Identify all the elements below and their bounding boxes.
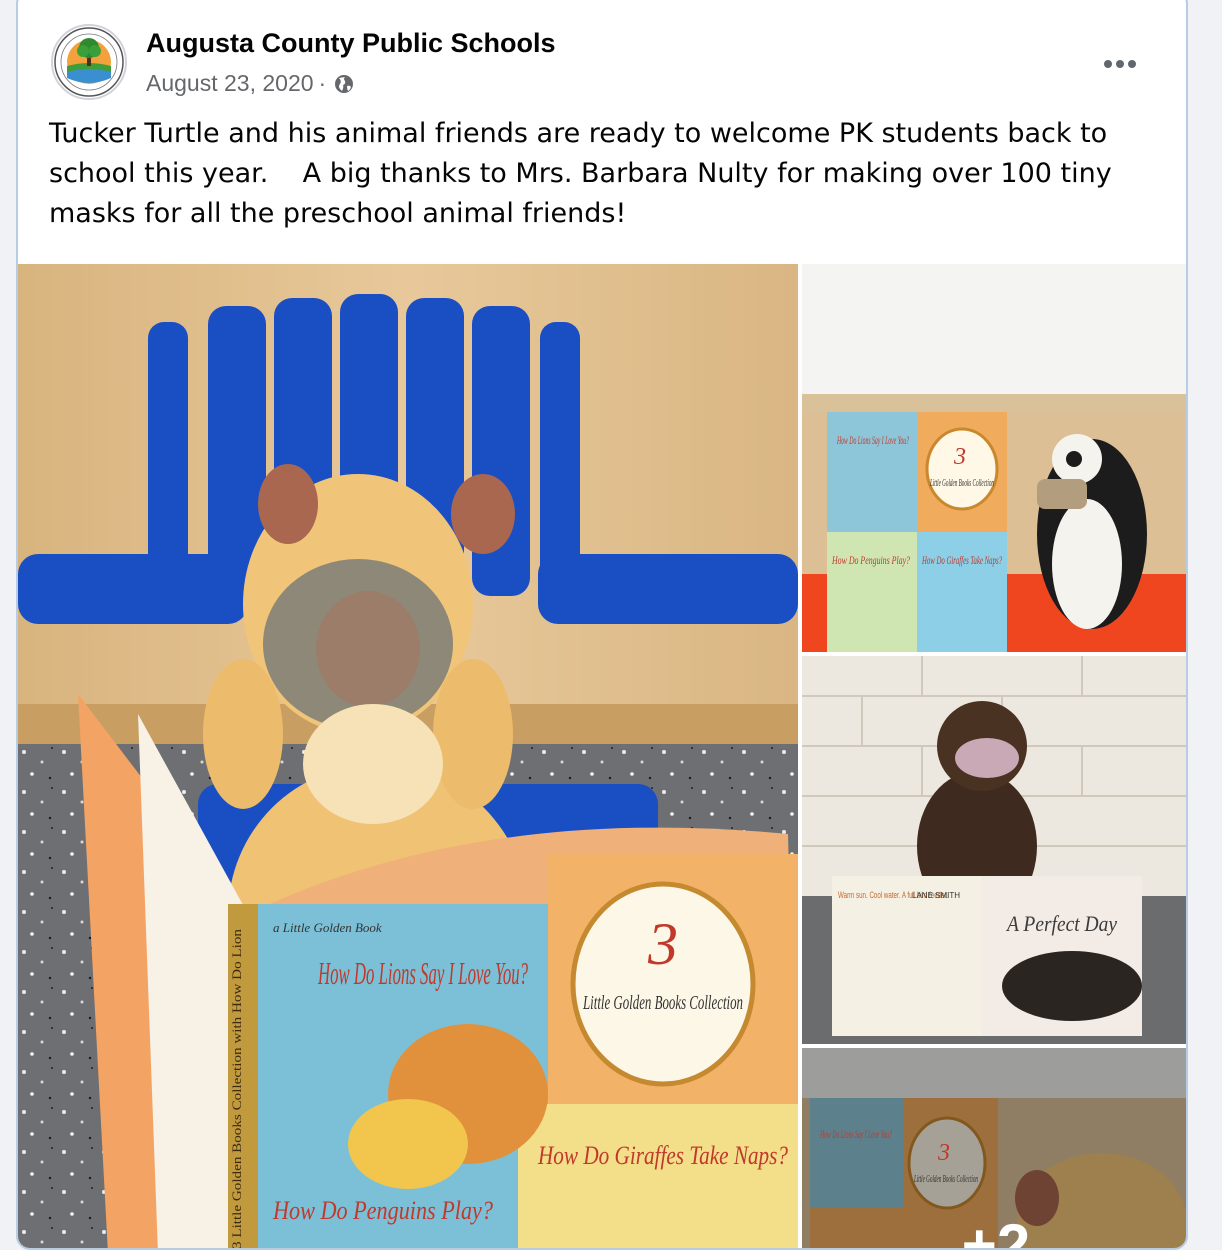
r1-collection-number: 3 <box>953 444 966 470</box>
main-collection-label: Little Golden Books Collection <box>582 992 743 1014</box>
main-book-brand: a Little Golden Book <box>273 920 382 935</box>
post-text: Tucker Turtle and his animal friends are… <box>49 118 1121 229</box>
photo-penguin[interactable]: How Do Lions Say I Love You? 3 Little Go… <box>802 264 1186 652</box>
meta-separator: · <box>318 70 327 96</box>
photo-main-image: a Little Golden Book How Do Lions Say I … <box>18 264 798 1249</box>
post-header: Augusta County Public Schools August 23,… <box>18 0 1186 102</box>
facebook-post: Augusta County Public Schools August 23,… <box>16 0 1188 1250</box>
more-photos-count: +2 <box>961 1212 1031 1250</box>
main-collection-number: 3 <box>647 911 678 977</box>
page-name-link[interactable]: Augusta County Public Schools <box>146 28 556 59</box>
photo-grid: a Little Golden Book How Do Lions Say I … <box>18 264 1186 1250</box>
more-options-button[interactable] <box>1096 44 1144 84</box>
photo-bear[interactable]: Warm sun. Cool water. A full bird feeder… <box>802 656 1186 1044</box>
more-options-icon <box>1104 60 1136 68</box>
photo-bear-image: Warm sun. Cool water. A full bird feeder… <box>802 656 1186 1044</box>
main-book-spine: 3 Little Golden Books Collection with Ho… <box>229 928 244 1249</box>
post-date-link[interactable]: August 23, 2020 <box>146 70 314 97</box>
r1-book-title-2: How Do Penguins Play? <box>831 553 910 567</box>
school-seal-logo <box>54 27 124 97</box>
globe-icon[interactable] <box>333 73 355 95</box>
post-meta: August 23, 2020 · <box>146 70 355 97</box>
main-book-title-3: How Do Penguins Play? <box>272 1196 493 1225</box>
r1-book-title-3: How Do Giraffes Take Naps? <box>921 553 1002 567</box>
photo-main-plush-lion[interactable]: a Little Golden Book How Do Lions Say I … <box>18 264 798 1249</box>
photo-lion-plus-more[interactable]: How Do Lions Say I Love You? 3 Little Go… <box>802 1048 1186 1250</box>
r2-author: LANE SMITH <box>912 891 960 900</box>
main-book-title: How Do Lions Say I Love You? <box>317 955 528 991</box>
more-photos-overlay[interactable]: +2 <box>802 1048 1186 1250</box>
photo-penguin-image: How Do Lions Say I Love You? 3 Little Go… <box>802 264 1186 652</box>
r1-collection-label: Little Golden Books Collection <box>929 478 994 489</box>
page-avatar[interactable] <box>51 24 127 100</box>
r1-book-title: How Do Lions Say I Love You? <box>837 433 909 447</box>
main-book-title-2: How Do Giraffes Take Naps? <box>537 1141 788 1170</box>
r2-book-title: A Perfect Day <box>1005 911 1117 936</box>
